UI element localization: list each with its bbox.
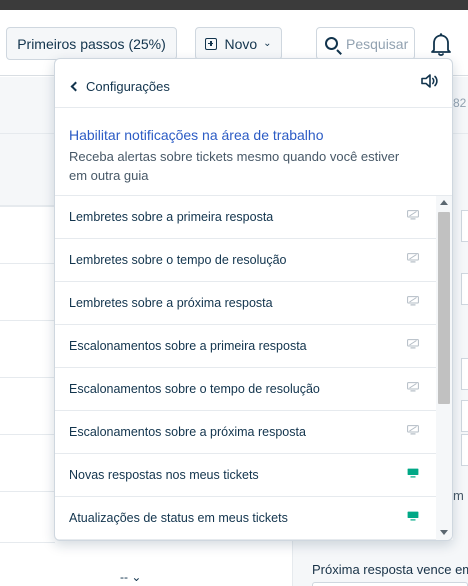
- chevron-left-icon: [70, 81, 81, 92]
- new-button[interactable]: Novo ⌄: [195, 27, 282, 60]
- notification-item[interactable]: Lembretes sobre o tempo de resolução: [55, 239, 436, 282]
- monitor-on-icon[interactable]: [407, 468, 419, 478]
- background-dropdown[interactable]: -- ⌄: [120, 570, 141, 584]
- notification-item-label: Lembretes sobre a primeira resposta: [69, 210, 274, 224]
- monitor-off-icon[interactable]: [407, 296, 419, 306]
- notification-item[interactable]: Escalonamentos sobre a próxima resposta: [55, 411, 436, 454]
- notification-item-label: Lembretes sobre o tempo de resolução: [69, 253, 287, 267]
- monitor-off-icon[interactable]: [407, 253, 419, 263]
- background-field-letter: m: [453, 488, 464, 503]
- notification-item-label: Lembretes sobre a próxima resposta: [69, 296, 273, 310]
- scroll-down-arrow-icon[interactable]: [440, 530, 448, 535]
- notification-type-list: Lembretes sobre a primeira resposta Lembr…: [55, 196, 436, 540]
- notification-item[interactable]: Escalonamentos sobre o tempo de resoluçã…: [55, 368, 436, 411]
- monitor-on-icon[interactable]: [407, 511, 419, 521]
- background-list-header: [0, 134, 55, 206]
- notification-item[interactable]: Escalonamentos sobre a primeira resposta: [55, 325, 436, 368]
- notification-item[interactable]: Novas respostas nos meus tickets: [55, 454, 436, 497]
- notification-item-label: Escalonamentos sobre o tempo de resoluçã…: [69, 382, 320, 396]
- monitor-off-icon[interactable]: [407, 425, 419, 435]
- getting-started-button[interactable]: Primeiros passos (25%): [6, 27, 177, 60]
- popup-header: Configurações: [55, 59, 452, 107]
- next-response-due-field[interactable]: [312, 582, 468, 586]
- monitor-off-icon[interactable]: [407, 382, 419, 392]
- search-box[interactable]: Pesquisar: [316, 27, 415, 60]
- notification-item-label: Atualizações de status em meus tickets: [69, 511, 288, 525]
- new-label: Novo: [224, 35, 258, 52]
- next-response-due-label: Próxima resposta vence em: [312, 562, 468, 577]
- background-number: 82: [453, 96, 467, 110]
- speaker-icon[interactable]: [420, 72, 440, 90]
- getting-started-label: Primeiros passos (25%): [17, 35, 166, 52]
- window-top-strip: [0, 0, 468, 10]
- divider: [55, 107, 452, 108]
- enable-notifications-description: Receba alertas sobre tickets mesmo quand…: [69, 149, 400, 183]
- search-icon: [325, 37, 338, 50]
- scrollbar-thumb[interactable]: [438, 212, 450, 404]
- back-to-settings-button[interactable]: Configurações: [69, 79, 170, 94]
- search-placeholder: Pesquisar: [346, 35, 409, 52]
- notification-settings-popup: Configurações Habilitar notificações na …: [54, 58, 453, 541]
- notification-item[interactable]: Atualizações de status em meus tickets: [55, 497, 436, 540]
- scrollbar[interactable]: [436, 196, 452, 540]
- scroll-up-arrow-icon[interactable]: [440, 200, 448, 205]
- plus-square-icon: [205, 37, 218, 50]
- background-properties-panel: [453, 134, 468, 586]
- notification-item-label: Escalonamentos sobre a primeira resposta: [69, 339, 307, 353]
- monitor-off-icon[interactable]: [407, 339, 419, 349]
- notification-item-label: Escalonamentos sobre a próxima resposta: [69, 425, 306, 439]
- notification-item[interactable]: Lembretes sobre a próxima resposta: [55, 282, 436, 325]
- monitor-off-icon[interactable]: [407, 210, 419, 220]
- bell-icon[interactable]: [428, 31, 454, 57]
- notification-item-label: Novas respostas nos meus tickets: [69, 468, 259, 482]
- settings-label: Configurações: [86, 79, 170, 94]
- chevron-down-icon: ⌄: [263, 38, 272, 49]
- enable-desktop-notifications-link[interactable]: Habilitar notificações na área de trabal…: [69, 127, 324, 143]
- notification-item[interactable]: Lembretes sobre a primeira resposta: [55, 196, 436, 239]
